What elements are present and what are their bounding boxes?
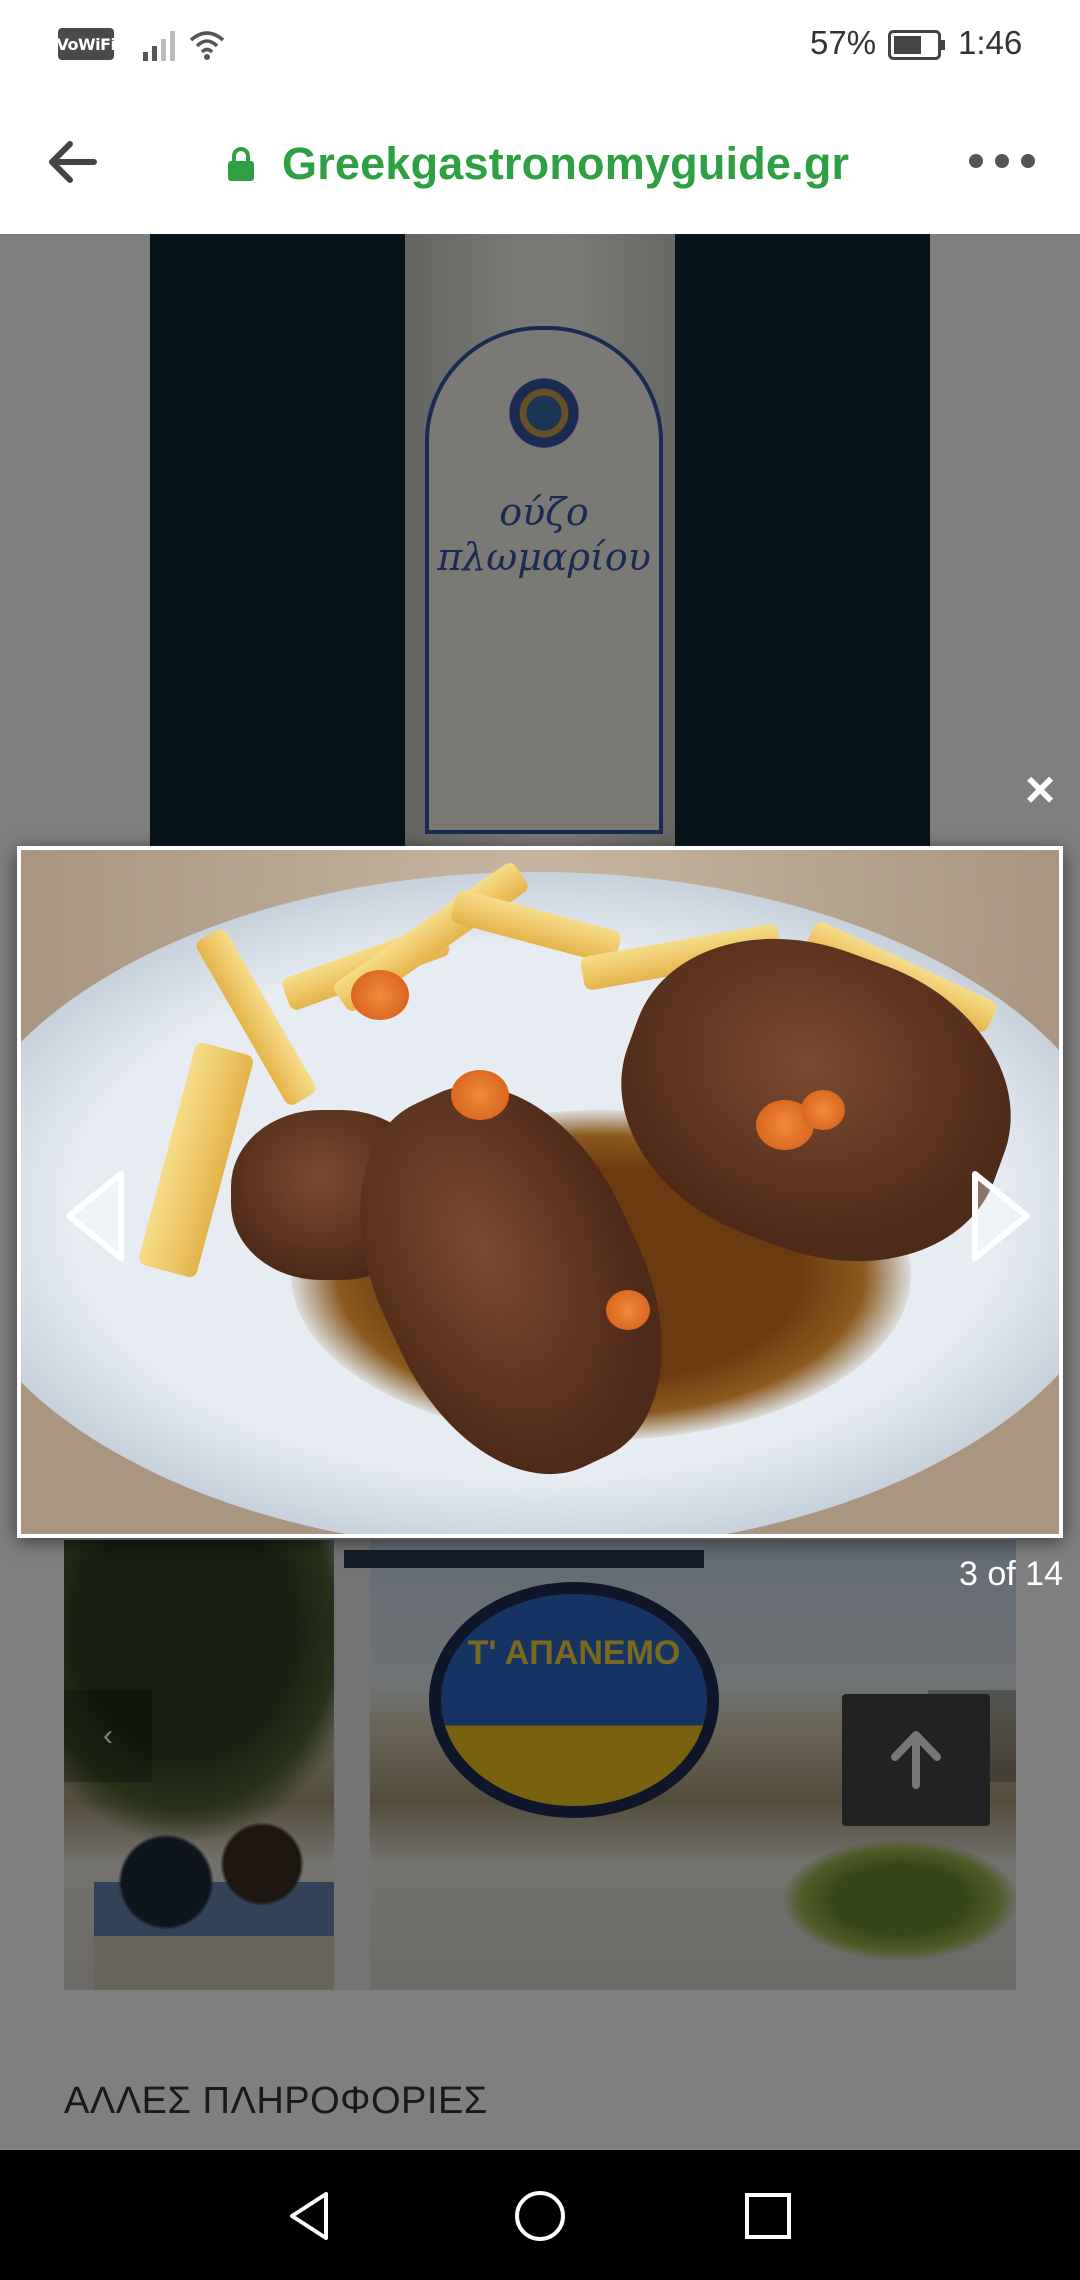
carrot	[451, 1070, 509, 1120]
carrot	[351, 970, 409, 1020]
lock-icon	[228, 147, 254, 181]
lightbox-counter: 3 of 14	[959, 1555, 1063, 1593]
address-bar[interactable]: Greekgastronomyguide.gr	[226, 132, 849, 196]
wifi-icon	[189, 31, 225, 60]
clock: 1:46	[958, 24, 1023, 61]
lightbox	[17, 846, 1063, 1538]
battery-icon	[888, 30, 945, 60]
lightbox-prev-icon[interactable]	[61, 1166, 131, 1266]
lightbox-image	[21, 850, 1059, 1534]
nav-back-icon[interactable]	[280, 2186, 340, 2246]
system-nav-bar	[0, 2150, 1080, 2280]
carrot	[606, 1290, 650, 1330]
vowifi-icon: VoWiFi	[56, 28, 116, 60]
carrot	[801, 1090, 845, 1130]
more-options-icon[interactable]	[966, 146, 1038, 176]
signal-icon	[143, 31, 175, 61]
nav-recents-icon[interactable]	[738, 2186, 798, 2246]
close-icon[interactable]: ×	[1016, 764, 1064, 816]
back-arrow-icon[interactable]	[40, 130, 104, 194]
battery-percent: 57%	[810, 24, 877, 61]
nav-home-icon[interactable]	[510, 2186, 570, 2246]
scroll-to-top-button[interactable]	[842, 1694, 990, 1826]
status-bar: VoWiFi 57% 1:46	[0, 0, 1080, 92]
arrow-up-icon	[891, 1731, 941, 1789]
lightbox-next-icon[interactable]	[965, 1166, 1035, 1266]
url-text: Greekgastronomyguide.gr	[282, 138, 850, 189]
browser-toolbar: Greekgastronomyguide.gr	[0, 92, 1080, 234]
